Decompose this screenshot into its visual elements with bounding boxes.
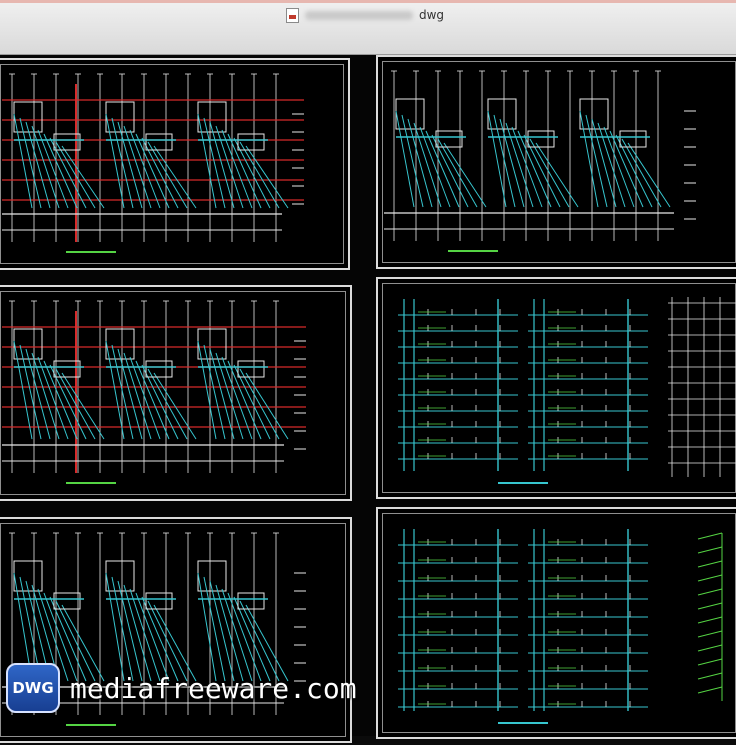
sheet-drawing	[2, 300, 306, 484]
watermark: DWG mediafreeware.com	[6, 663, 357, 713]
sheet-plan-right-top[interactable]	[376, 55, 736, 269]
sheet-floor-plan-1[interactable]	[0, 58, 350, 270]
sheet-system-diagram-2[interactable]	[376, 507, 736, 739]
sheet-drawing	[398, 529, 723, 724]
window-titlebar[interactable]: dwg	[0, 0, 736, 55]
dwg-app-icon: DWG	[6, 663, 60, 713]
window-title: dwg	[419, 8, 445, 22]
sheet-drawing	[398, 297, 736, 484]
watermark-text: mediafreeware.com	[70, 671, 357, 705]
titlebar-accent	[0, 0, 736, 3]
sheet-system-diagram-1[interactable]	[376, 277, 736, 499]
sheet-drawing	[384, 70, 696, 252]
drawing-canvas[interactable]	[0, 55, 736, 743]
blurred-filename	[305, 10, 413, 20]
dwg-file-icon	[286, 7, 299, 23]
sheet-drawing	[2, 73, 304, 253]
sheet-floor-plan-2[interactable]	[0, 285, 352, 501]
window-title-group: dwg	[286, 7, 444, 23]
